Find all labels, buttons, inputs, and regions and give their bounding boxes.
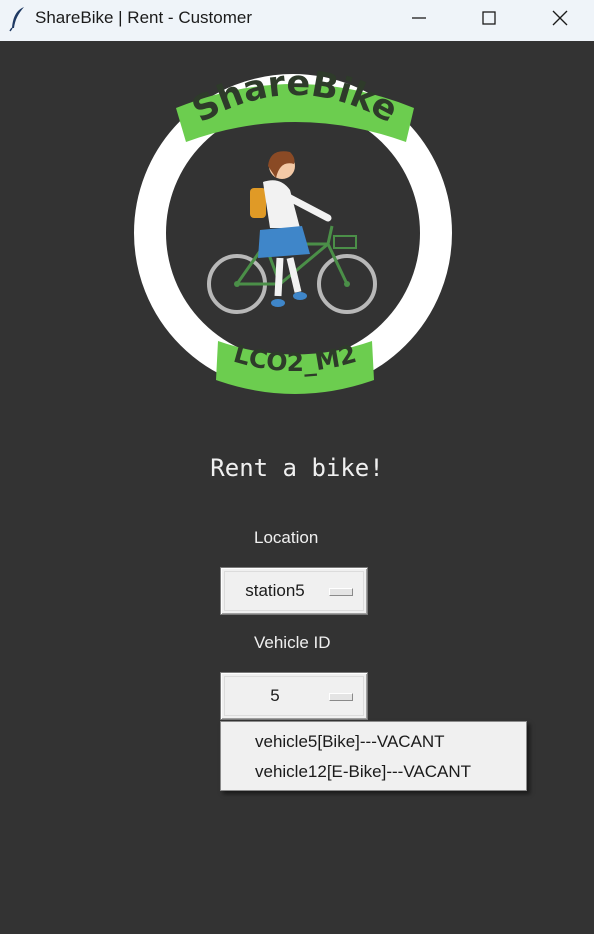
minimize-icon <box>412 17 426 19</box>
logo-bottom-text: LCO2_M2 <box>231 339 360 377</box>
svg-text:LCO2_M2: LCO2_M2 <box>231 339 360 377</box>
dropdown-option[interactable]: vehicle12[E-Bike]---VACANT <box>255 762 471 782</box>
page-heading: Rent a bike! <box>210 454 384 482</box>
vehicle-dropdown-menu: vehicle5[Bike]---VACANT vehicle12[E-Bike… <box>220 721 527 791</box>
vehicle-id-label: Vehicle ID <box>254 633 331 652</box>
close-icon <box>552 10 568 26</box>
dropdown-indicator-icon <box>329 588 353 596</box>
minimize-button[interactable] <box>385 0 453 36</box>
window-title: ShareBike | Rent - Customer <box>35 8 252 27</box>
dropdown-option[interactable]: vehicle5[Bike]---VACANT <box>255 732 445 752</box>
location-select[interactable]: station5 <box>220 567 368 615</box>
location-selected-value: station5 <box>245 581 305 600</box>
vehicle-selected-value: 5 <box>270 686 280 705</box>
title-bar[interactable]: ShareBike | Rent - Customer <box>0 0 594 41</box>
dropdown-indicator-icon <box>329 693 353 701</box>
sharebike-logo: ShareBike LCO2_M2 <box>134 68 452 394</box>
maximize-button[interactable] <box>455 0 523 36</box>
location-label: Location <box>254 528 319 547</box>
close-button[interactable] <box>526 0 594 36</box>
feather-icon <box>9 7 24 32</box>
maximize-icon <box>482 11 496 25</box>
vehicle-id-select[interactable]: 5 <box>220 672 368 720</box>
